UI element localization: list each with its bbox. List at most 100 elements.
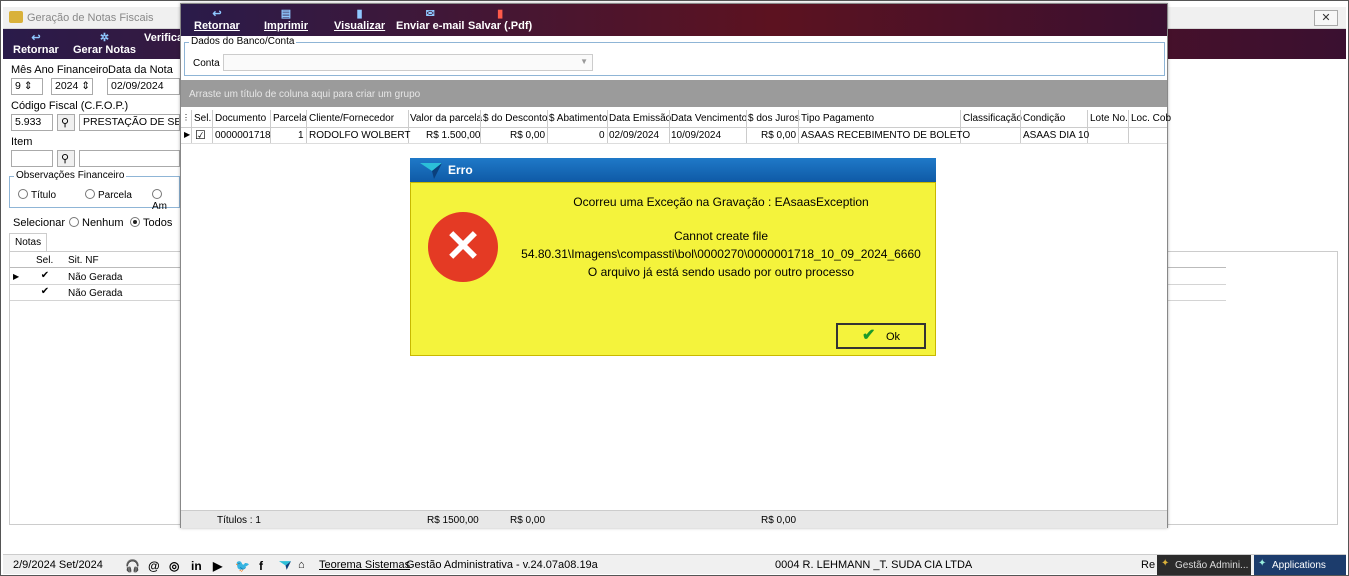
youtube-icon[interactable]: ▶ xyxy=(213,559,222,573)
error-message-title: Ocorreu uma Exceção na Gravação : EAsaas… xyxy=(573,195,869,209)
item-desc-input[interactable] xyxy=(79,150,180,167)
back-retornar-button[interactable]: ↩ Retornar xyxy=(13,32,59,56)
return-icon: ↩ xyxy=(31,32,41,44)
teorema-logo-icon xyxy=(420,163,442,179)
error-message-detail: O arquivo já está sendo usado por outro … xyxy=(587,265,855,279)
row-checkbox[interactable]: ✔ xyxy=(40,271,50,281)
item-label: Item xyxy=(11,136,33,148)
gear-icon: ✲ xyxy=(99,32,110,44)
email-icon: ✉ xyxy=(425,8,435,20)
salvar-pdf-button[interactable]: ▮ Salvar (.Pdf) xyxy=(468,8,532,32)
row-checkbox[interactable]: ✔ xyxy=(40,287,50,297)
col-sel[interactable]: Sel. xyxy=(194,113,211,124)
col-condicao[interactable]: Condição xyxy=(1023,113,1065,124)
ok-button[interactable]: ✔ Ok xyxy=(836,323,926,349)
status-bar: 2/9/2024 Set/2024 🎧 @ ◎ in ▶ 🐦 f ⌂ Teore… xyxy=(3,554,1346,575)
taskbar-applications[interactable]: ✦ Applications xyxy=(1254,555,1346,575)
error-icon: ✕ xyxy=(428,212,498,282)
grid-footer: Títulos : 1 R$ 1500,00 R$ 0,00 R$ 0,00 xyxy=(181,510,1167,528)
back-window-title: Geração de Notas Fiscais xyxy=(27,12,154,24)
mes-ano-label: Mês Ano Financeiro xyxy=(11,64,109,76)
gerar-notas-button[interactable]: ✲ Gerar Notas xyxy=(73,32,136,56)
verifica-button[interactable]: Verifica xyxy=(144,32,183,44)
status-date: 2/9/2024 Set/2024 xyxy=(13,559,103,571)
teorema-small-icon xyxy=(279,561,291,570)
col-parcela[interactable]: Parcela xyxy=(273,113,307,124)
retornar-button[interactable]: ↩ Retornar xyxy=(194,8,240,32)
visualizar-button[interactable]: ▮ Visualizar xyxy=(334,8,385,32)
data-nota-input[interactable]: 02/09/2024 xyxy=(107,78,180,95)
twitter-icon[interactable]: 🐦 xyxy=(235,559,250,573)
table-row[interactable]: ▶ ☑ 0000001718 1 RODOLFO WOLBERT R$ 1.50… xyxy=(181,127,1167,144)
col-abatimento[interactable]: $ Abatimento xyxy=(549,113,607,124)
error-message-line: Cannot create file xyxy=(673,229,769,243)
titulos-count: Títulos : 1 xyxy=(217,515,261,526)
row-checkbox[interactable]: ☑ xyxy=(195,128,206,142)
data-nota-label: Data da Nota xyxy=(108,64,173,76)
app-icon: ✦ xyxy=(1161,558,1170,569)
screen: Geração de Notas Fiscais ✕ ↩ Retornar ✲ … xyxy=(0,0,1349,576)
cfop-input[interactable]: 5.933 xyxy=(11,114,53,131)
app-logo-icon xyxy=(9,11,23,23)
at-icon[interactable]: @ xyxy=(148,559,160,573)
instagram-icon[interactable]: ◎ xyxy=(169,559,179,573)
radio-parcela[interactable]: Parcela xyxy=(85,189,132,201)
col-desconto[interactable]: $ do Desconto xyxy=(483,113,548,124)
preview-icon: ▮ xyxy=(356,8,363,20)
front-window-toolbar: ↩ Retornar ▤ Imprimir ▮ Visualizar ✉ Env… xyxy=(181,4,1167,36)
error-dialog-title: Erro xyxy=(448,163,473,177)
error-dialog-titlebar: Erro xyxy=(410,158,936,182)
taskbar-gestao[interactable]: ✦ Gestão Admini... xyxy=(1157,555,1251,575)
applications-icon: ✦ xyxy=(1258,558,1267,569)
group-by-panel[interactable]: Arraste um título de coluna aqui para cr… xyxy=(181,80,1167,107)
tab-notas[interactable]: Notas xyxy=(9,233,47,251)
col-juros[interactable]: $ dos Juros xyxy=(748,113,800,124)
graduation-icon: ⌂ xyxy=(298,559,305,571)
radio-am[interactable]: Am xyxy=(152,189,179,212)
pdf-icon: ▮ xyxy=(497,8,504,20)
banco-conta-group: Dados do Banco/Conta Conta ▼ xyxy=(184,36,1165,76)
total-desconto: R$ 0,00 xyxy=(510,515,546,526)
headset-icon[interactable]: 🎧 xyxy=(125,559,140,573)
col-valor[interactable]: Valor da parcela xyxy=(410,113,482,124)
item-code-input[interactable] xyxy=(11,150,53,167)
total-valor: R$ 1500,00 xyxy=(427,515,479,526)
return-icon: ↩ xyxy=(212,8,222,20)
conta-label: Conta xyxy=(193,58,220,69)
close-button[interactable]: ✕ xyxy=(1314,10,1338,26)
error-message-path: 54.80.31\Imagens\compassti\bol\0000270\0… xyxy=(521,247,921,261)
brand-link[interactable]: Teorema Sistemas xyxy=(319,559,410,571)
enviar-email-button[interactable]: ✉ Enviar e-mail xyxy=(396,8,464,32)
imprimir-button[interactable]: ▤ Imprimir xyxy=(264,8,308,32)
check-icon: ✔ xyxy=(862,327,876,344)
col-loc[interactable]: Loc. Cob xyxy=(1131,113,1171,124)
re-text: Re xyxy=(1141,559,1156,571)
selecionar-label: Selecionar xyxy=(13,217,65,229)
linkedin-icon[interactable]: in xyxy=(191,559,202,573)
total-juros: R$ 0,00 xyxy=(761,515,797,526)
col-emissao[interactable]: Data Emissão xyxy=(609,113,671,124)
radio-titulo[interactable]: Título xyxy=(18,189,56,201)
cfop-desc-input[interactable]: PRESTAÇÃO DE SERVIÇO xyxy=(79,114,180,131)
radio-nenhum[interactable]: Nenhum xyxy=(69,217,124,229)
radio-todos[interactable]: Todos xyxy=(130,217,172,229)
cfop-label: Código Fiscal (C.F.O.P.) xyxy=(11,100,129,112)
search-icon: ⚲ xyxy=(61,117,70,129)
search-icon: ⚲ xyxy=(61,153,70,165)
item-search-button[interactable]: ⚲ xyxy=(57,150,75,167)
mes-spinner[interactable]: 9 ⇕ xyxy=(11,78,43,95)
chevron-down-icon: ▼ xyxy=(580,57,588,66)
col-documento[interactable]: Documento xyxy=(215,113,266,124)
col-classificacao[interactable]: Classificação xyxy=(963,113,1022,124)
cfop-search-button[interactable]: ⚲ xyxy=(57,114,75,131)
banco-legend: Dados do Banco/Conta xyxy=(189,36,297,47)
col-cliente[interactable]: Cliente/Fornecedor xyxy=(309,113,394,124)
version-text: Gestão Administrativa - v.24.07a08.19a xyxy=(406,559,598,571)
facebook-icon[interactable]: f xyxy=(259,559,263,573)
col-tipo[interactable]: Tipo Pagamento xyxy=(801,113,874,124)
conta-select[interactable]: ▼ xyxy=(223,54,593,71)
ano-spinner[interactable]: 2024 ⇕ xyxy=(51,78,93,95)
col-lote[interactable]: Lote No. xyxy=(1090,113,1128,124)
col-vencimento[interactable]: Data Vencimento xyxy=(671,113,747,124)
printer-icon: ▤ xyxy=(280,8,292,20)
